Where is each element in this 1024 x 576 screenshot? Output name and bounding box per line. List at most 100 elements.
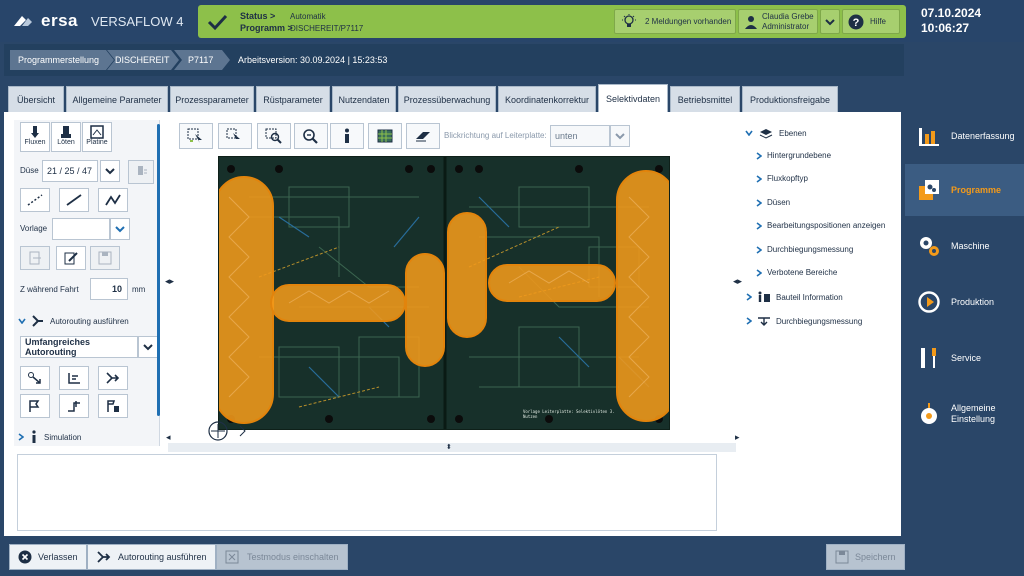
zoom-area-tool-button[interactable] — [257, 123, 291, 149]
chevron-down-icon — [825, 18, 835, 25]
nav-item-maschine[interactable]: Maschine — [905, 220, 1024, 272]
user-button[interactable]: Claudia Grebe Administrator — [738, 9, 818, 34]
zoom-button[interactable] — [294, 123, 328, 149]
tab-prozessparameter[interactable]: Prozessparameter — [170, 86, 254, 112]
vorlage-dropdown-button[interactable] — [110, 218, 130, 240]
z-input[interactable]: 10 — [90, 278, 128, 300]
tab-uebersicht[interactable]: Übersicht — [8, 86, 64, 112]
board-silkscreen-text: Vorlage Leiterplatte: Selektivlöten 3. N… — [523, 409, 615, 419]
chevron-right-icon — [756, 151, 762, 160]
message-console — [17, 454, 717, 531]
status-value: Automatik — [290, 12, 326, 21]
breadcrumb-item-customer[interactable]: DISCHEREIT — [107, 50, 179, 70]
autorouting-section-toggle[interactable]: Autorouting ausführen — [18, 314, 129, 328]
tree-item-durchbiegungsmessung-root[interactable]: Durchbiegungsmessung — [746, 315, 862, 327]
collapse-right-arrow[interactable]: ◂▸ — [733, 276, 742, 287]
template-save-button[interactable] — [90, 246, 120, 270]
nozzle-settings-button[interactable] — [128, 160, 154, 184]
chevron-down-icon — [105, 168, 115, 175]
route-tool-5-button[interactable] — [59, 394, 89, 418]
tab-ruestparameter[interactable]: Rüstparameter — [256, 86, 330, 112]
autorouting-run-button[interactable]: Autorouting ausführen — [87, 544, 216, 570]
nav-item-service[interactable]: Service — [905, 332, 1024, 384]
autorouting-mode-select[interactable]: Umfangreiches Autorouting — [20, 336, 138, 358]
layers-view-button[interactable] — [368, 123, 402, 149]
simulation-section-toggle[interactable]: Simulation — [18, 430, 81, 444]
collapse-left-arrow[interactable]: ◂▸ — [165, 276, 174, 287]
autorouting-mode-dropdown[interactable] — [138, 336, 158, 358]
tree-item-bauteil-information[interactable]: Bauteil Information — [746, 291, 843, 303]
program-value: DISCHEREIT/P7117 — [290, 24, 364, 33]
top-bar: ersa VERSAFLOW 4 Status > Automatik Prog… — [0, 0, 1024, 42]
mode-tab-platine[interactable]: Platine — [82, 122, 112, 152]
edit-icon — [64, 252, 78, 265]
tab-betriebsmittel[interactable]: Betriebsmittel — [670, 86, 740, 112]
nav-item-allgemeine-einstellung[interactable]: Allgemeine Einstellung — [905, 388, 1024, 440]
component-info-icon — [758, 291, 770, 302]
tree-item-durchbiegungsmessung[interactable]: Durchbiegungsmessung — [756, 245, 853, 254]
vorlage-select[interactable] — [52, 218, 110, 240]
route-tool-4-button[interactable] — [20, 394, 50, 418]
select-cursor-icon — [187, 128, 202, 143]
line-tool-button[interactable] — [59, 188, 89, 212]
horizontal-splitter[interactable]: ⬍ — [168, 443, 736, 452]
scroll-left-arrow[interactable]: ◂ — [166, 432, 171, 443]
nav-item-datenerfassung[interactable]: Datenerfassung — [905, 110, 1024, 162]
user-icon — [745, 15, 757, 29]
polyline-tool-button[interactable] — [98, 188, 128, 212]
tree-item-bearbeitungspositionen[interactable]: Bearbeitungspositionen anzeigen — [756, 221, 885, 230]
tab-prozessueberwachung[interactable]: Prozessüberwachung — [398, 86, 496, 112]
user-menu-dropdown[interactable] — [820, 9, 840, 34]
route-tool-1-button[interactable] — [20, 366, 50, 390]
template-import-button[interactable] — [20, 246, 50, 270]
help-button[interactable]: ? Hilfe — [842, 9, 900, 34]
status-label: Status > — [240, 11, 276, 21]
tree-item-duesen[interactable]: Düsen — [756, 198, 790, 207]
tool-panel-scrollbar[interactable] — [157, 124, 160, 416]
tab-koordinatenkorrektur[interactable]: Koordinatenkorrektur — [498, 86, 596, 112]
save-button[interactable]: Speichern — [826, 544, 905, 570]
mode-tab-loeten[interactable]: Löten — [51, 122, 81, 152]
bar-chart-icon — [919, 128, 939, 146]
duese-dropdown-button[interactable] — [100, 160, 120, 182]
tree-item-ebenen[interactable]: Ebenen — [745, 127, 807, 139]
tree-item-verbotene-bereiche[interactable]: Verbotene Bereiche — [756, 268, 837, 277]
multi-select-tool-button[interactable] — [218, 123, 252, 149]
eraser-icon — [416, 132, 430, 142]
testmode-button[interactable]: Testmodus einschalten — [216, 544, 348, 570]
erase-tool-button[interactable] — [406, 123, 440, 149]
view-direction-select[interactable]: unten — [550, 125, 610, 147]
scroll-right-arrow[interactable]: ▸ — [735, 432, 740, 443]
route-delete-button[interactable] — [98, 394, 128, 418]
duese-select[interactable]: 21 / 25 / 47 — [42, 160, 98, 182]
dot-line-tool-button[interactable] — [20, 188, 50, 212]
tree-item-fluxkopftyp[interactable]: Fluxkopftyp — [756, 174, 808, 183]
autorouting-run-label: Autorouting ausführen — [118, 552, 207, 562]
tab-allgemeine-parameter[interactable]: Allgemeine Parameter — [66, 86, 168, 112]
svg-text:?: ? — [853, 17, 860, 29]
info-button[interactable] — [330, 123, 364, 149]
breadcrumb-item-program[interactable]: P7117 — [174, 50, 230, 70]
select-tool-button[interactable] — [179, 123, 213, 149]
tree-item-hintergrundebene[interactable]: Hintergrundebene — [756, 151, 831, 160]
mode-tab-fluxen[interactable]: Fluxen — [20, 122, 50, 152]
nav-item-produktion[interactable]: Produktion — [905, 276, 1024, 328]
leave-button[interactable]: Verlassen — [9, 544, 87, 570]
tab-selektivdaten[interactable]: Selektivdaten — [598, 84, 668, 112]
messages-text: 2 Meldungen vorhanden — [645, 17, 732, 26]
view-direction-label: Blickrichtung auf Leiterplatte: — [444, 131, 547, 140]
template-edit-button[interactable] — [56, 246, 86, 270]
help-label: Hilfe — [870, 17, 887, 26]
nav-item-programme[interactable]: Programme — [905, 164, 1024, 216]
tab-produktionsfreigabe[interactable]: Produktionsfreigabe — [742, 86, 838, 112]
route-tool-2-button[interactable] — [59, 366, 89, 390]
messages-button[interactable]: 2 Meldungen vorhanden — [614, 9, 736, 34]
chevron-right-icon — [756, 221, 762, 230]
pcb-board-view[interactable]: Vorlage Leiterplatte: Selektivlöten 3. N… — [218, 156, 670, 430]
breadcrumb-item-programmerstellung[interactable]: Programmerstellung — [10, 50, 114, 70]
view-direction-dropdown[interactable] — [610, 125, 630, 147]
ersa-logo-mark-icon — [14, 16, 32, 26]
route-tool-3-button[interactable] — [98, 366, 128, 390]
clock-time: 10:06:27 — [921, 21, 970, 35]
tab-nutzendaten[interactable]: Nutzendaten — [332, 86, 396, 112]
